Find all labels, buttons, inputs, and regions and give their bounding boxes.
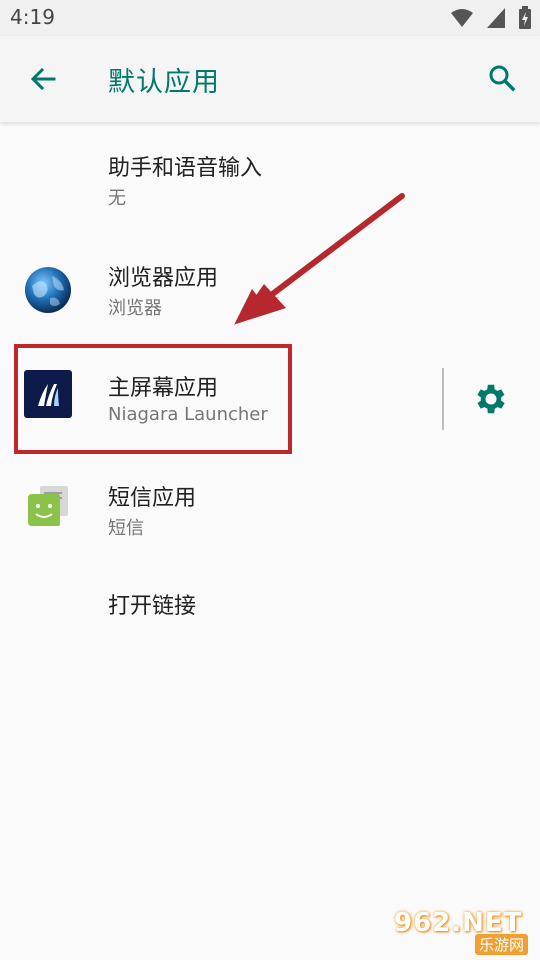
sms-robot-icon (24, 484, 72, 532)
status-time: 4:19 (10, 5, 55, 29)
settings-button[interactable] (472, 380, 510, 418)
signal-icon (486, 8, 505, 28)
item-title: 助手和语音输入 (108, 156, 263, 181)
back-button[interactable] (22, 60, 62, 100)
list-item-sms[interactable]: 短信应用 短信 (0, 456, 540, 566)
list-item-browser[interactable]: 浏览器应用 浏览器 (0, 236, 540, 346)
status-icons (444, 6, 532, 30)
item-subtitle: 无 (108, 188, 126, 209)
arrow-back-icon (30, 67, 56, 91)
item-subtitle: 浏览器 (108, 298, 162, 319)
search-button[interactable] (482, 58, 522, 98)
list-item-assistant[interactable]: 助手和语音输入 无 (0, 126, 540, 236)
search-icon (489, 65, 516, 92)
watermark-subtext: 乐游网 (474, 934, 528, 955)
watermark-logo: 962.NET 乐游网 (394, 908, 532, 955)
divider (442, 368, 444, 430)
item-subtitle: 短信 (108, 518, 144, 539)
item-title: 浏览器应用 (108, 266, 219, 291)
status-bar: 4:19 (0, 0, 540, 36)
item-title: 打开链接 (108, 594, 197, 619)
app-bar: 默认应用 (0, 36, 540, 122)
item-title: 短信应用 (108, 486, 197, 511)
screen: 4:19 默认应用 助手和语音输入 无 浏览器应用 浏览器 主屏幕应用 Niag… (0, 0, 540, 960)
highlight-box (14, 344, 292, 454)
gear-icon (477, 384, 505, 414)
list-item-open-links[interactable]: 打开链接 (0, 566, 540, 676)
wifi-icon (450, 9, 473, 27)
globe-icon (24, 266, 72, 314)
page-title: 默认应用 (108, 67, 220, 98)
battery-icon (519, 6, 531, 29)
